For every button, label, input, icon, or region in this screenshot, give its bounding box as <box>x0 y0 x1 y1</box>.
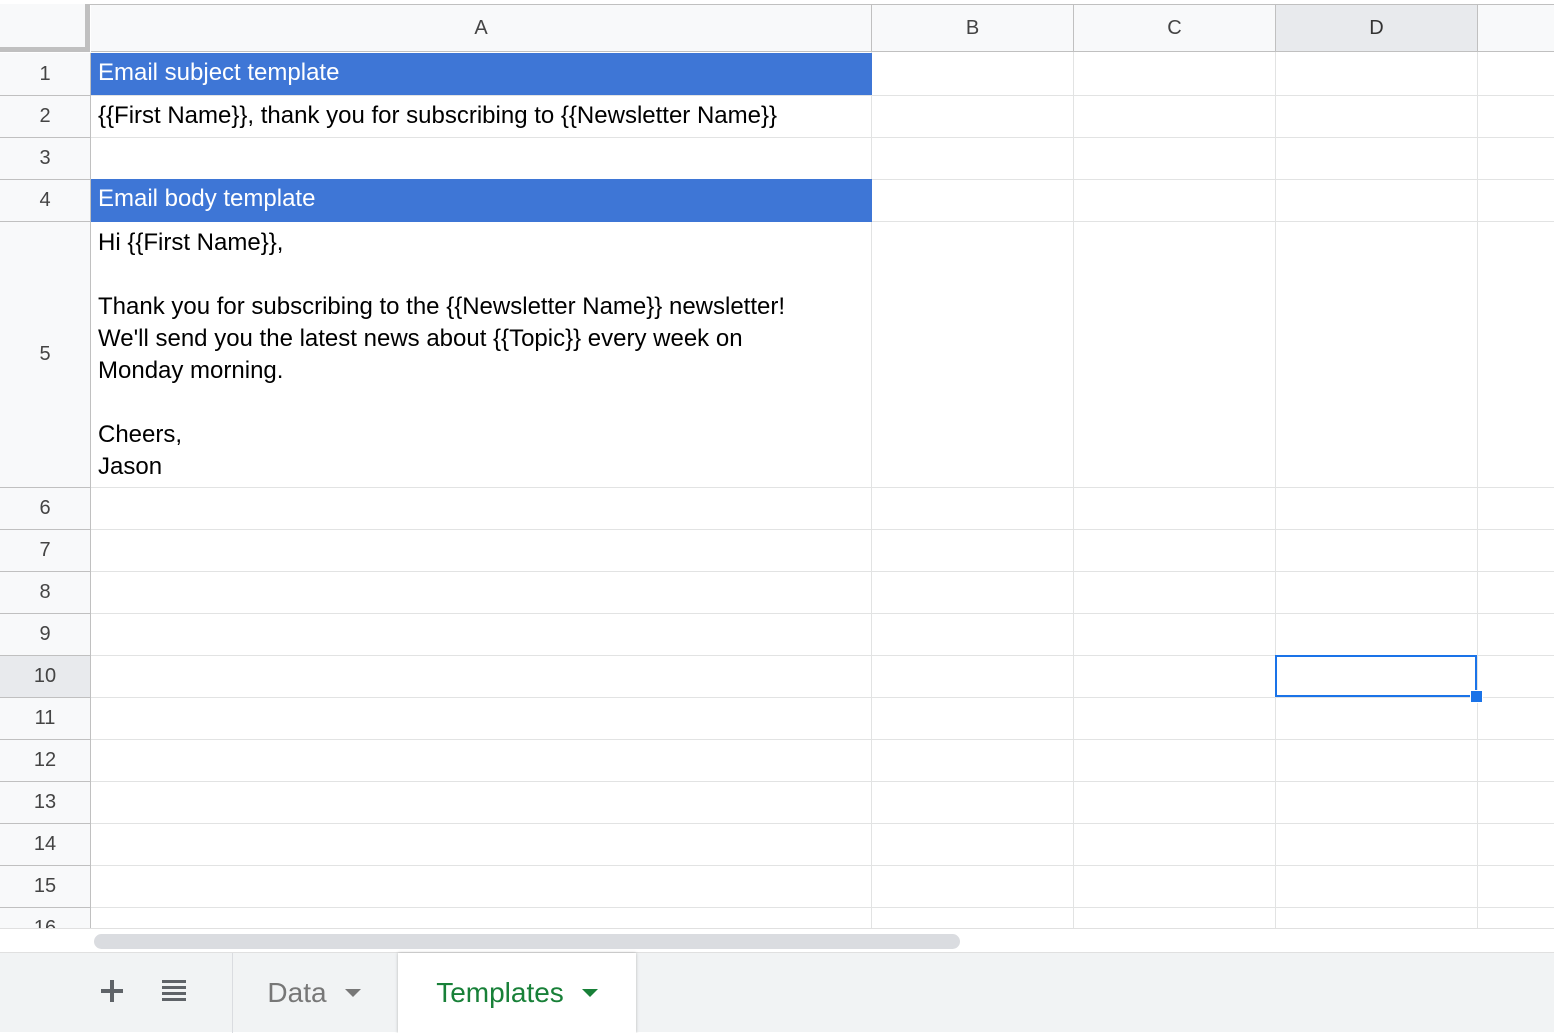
spreadsheet-grid[interactable]: A B C D 1 2 3 4 5 6 7 8 9 10 11 12 13 14… <box>0 0 1554 928</box>
cell-a4-body-header[interactable]: Email body template <box>91 179 872 222</box>
row-header-9[interactable]: 9 <box>0 614 91 656</box>
cell-a5-body-template[interactable]: Hi {{First Name}}, Thank you for subscri… <box>91 222 872 487</box>
gridline <box>91 865 1554 866</box>
gridline <box>91 697 1554 698</box>
select-all-corner[interactable] <box>0 4 90 52</box>
row-header-5[interactable]: 5 <box>0 222 91 488</box>
plus-icon <box>101 980 123 1002</box>
column-header-a[interactable]: A <box>91 5 872 52</box>
row-header-12[interactable]: 12 <box>0 740 91 782</box>
gridline <box>91 487 1554 488</box>
selected-cell-d10[interactable] <box>1275 655 1477 697</box>
tab-templates[interactable]: Templates <box>398 953 636 1033</box>
row-header-15[interactable]: 15 <box>0 866 91 908</box>
chevron-down-icon[interactable] <box>344 989 361 997</box>
gridline <box>91 529 1554 530</box>
row-header-8[interactable]: 8 <box>0 572 91 614</box>
column-header-e[interactable] <box>1478 5 1554 52</box>
gridline <box>91 613 1554 614</box>
row-header-2[interactable]: 2 <box>0 96 91 138</box>
row-header-11[interactable]: 11 <box>0 698 91 740</box>
row-header-13[interactable]: 13 <box>0 782 91 824</box>
row-header-14[interactable]: 14 <box>0 824 91 866</box>
gridline <box>91 571 1554 572</box>
gridline <box>91 137 1554 138</box>
row-header-1[interactable]: 1 <box>0 53 91 96</box>
chevron-down-icon[interactable] <box>581 989 598 997</box>
row-header-7[interactable]: 7 <box>0 530 91 572</box>
row-header-3[interactable]: 3 <box>0 138 91 180</box>
row-header-10[interactable]: 10 <box>0 656 91 698</box>
gridline <box>1275 52 1276 928</box>
cell-a2-subject-template[interactable]: {{First Name}}, thank you for subscribin… <box>91 96 872 137</box>
row-header-4[interactable]: 4 <box>0 180 91 222</box>
cell-a1-subject-header[interactable]: Email subject template <box>91 53 872 95</box>
horizontal-scrollbar[interactable] <box>0 928 1554 952</box>
gridline <box>91 907 1554 908</box>
all-sheets-button[interactable] <box>150 967 198 1015</box>
row-header-6[interactable]: 6 <box>0 488 91 530</box>
add-sheet-button[interactable] <box>88 967 136 1015</box>
column-header-b[interactable]: B <box>872 5 1074 52</box>
gridline <box>1073 52 1074 928</box>
gridline <box>91 823 1554 824</box>
gridline <box>1477 52 1478 928</box>
sheet-tab-bar: Data Templates <box>0 952 1554 1033</box>
column-header-d[interactable]: D <box>1276 5 1478 52</box>
scrollbar-thumb[interactable] <box>94 934 960 949</box>
row-header-16[interactable]: 16 <box>0 908 91 928</box>
tab-data-label: Data <box>267 977 327 1008</box>
tab-templates-label: Templates <box>436 977 564 1008</box>
gridline <box>91 739 1554 740</box>
gridline <box>91 781 1554 782</box>
column-header-c[interactable]: C <box>1074 5 1276 52</box>
all-sheets-icon <box>162 980 186 1001</box>
tab-data[interactable]: Data <box>233 953 395 1033</box>
fill-handle[interactable] <box>1470 690 1483 703</box>
